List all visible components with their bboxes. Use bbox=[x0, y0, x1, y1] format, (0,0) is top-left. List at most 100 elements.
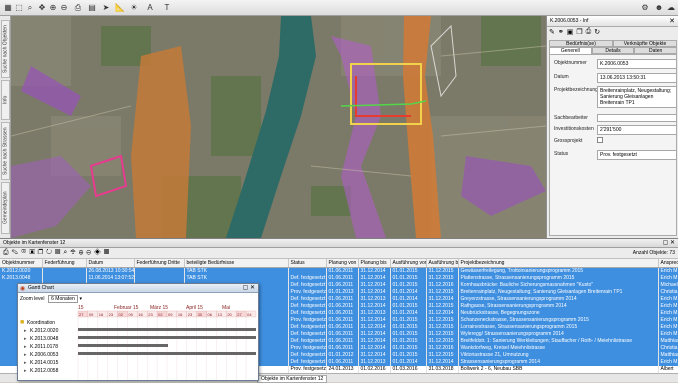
table-cell: Rathgasse, Strassensanierungsprogramm 20… bbox=[458, 302, 659, 310]
table-cell: Def. festgesetzt bbox=[288, 330, 327, 338]
edit-icon[interactable]: ✎ bbox=[549, 28, 555, 38]
zoom-in-icon[interactable]: ⊕ bbox=[48, 3, 58, 13]
table-cell: 31.12.2015 bbox=[426, 337, 459, 345]
field-status[interactable]: Prov. festgesetzt bbox=[597, 150, 677, 160]
table-cell: 31.12.2014 bbox=[358, 330, 391, 338]
tab-objekte-kartenfenster[interactable]: Objekte im Kartenfenster 12 bbox=[257, 375, 328, 383]
table-cell: Strassensanierungsprogramm 2014 bbox=[458, 358, 659, 366]
table-cell: Def. festgesetzt bbox=[288, 281, 327, 289]
field-label-objektnummer: Objektnummer bbox=[554, 60, 587, 66]
gantt-title-bar[interactable]: ◉ Gantt Chart ▢ ✕ bbox=[18, 284, 258, 293]
table-cell: 31.12.2014 bbox=[426, 358, 459, 366]
table-cell: TAB STK bbox=[184, 274, 289, 282]
table-cell: Def. festgesetzt bbox=[288, 358, 327, 366]
column-header[interactable]: Federführung Dritte bbox=[134, 259, 185, 268]
close-icon[interactable]: ✕ bbox=[669, 17, 675, 25]
table-row[interactable]: K.2012.0020 26.08.2013 10:30:54 TAB STK 01.… bbox=[0, 267, 678, 275]
table-cell: 01.06.2011 bbox=[326, 281, 359, 289]
refresh-icon[interactable]: ↻ bbox=[594, 28, 600, 38]
aerial-map[interactable] bbox=[11, 16, 546, 238]
window-controls-icon[interactable]: ▢ ✕ bbox=[663, 239, 675, 246]
objects-panel-title-bar: Objekte im Kartenfenster 12 ▢ ✕ bbox=[0, 239, 678, 248]
sun-icon[interactable]: ☀ bbox=[129, 3, 139, 13]
column-header[interactable]: Ausführung von bbox=[390, 259, 427, 268]
table-cell: Def. festgesetzt bbox=[288, 274, 327, 282]
column-header[interactable]: beteiligte Bedürfnisse bbox=[184, 259, 289, 268]
table-cell: 31.12.2014 bbox=[358, 302, 391, 310]
table-cell: 31.12.2014 bbox=[358, 288, 391, 296]
table-row[interactable]: K.2013.0048 11.06.2014 13:07:52 TAB STK Def… bbox=[0, 274, 678, 282]
table-cell: Breitfeldstr. 1: Sanierung Werkleitungen… bbox=[458, 337, 659, 345]
save-icon[interactable]: ▣ bbox=[567, 28, 574, 38]
print-panel-icon[interactable]: ⎙ bbox=[586, 28, 592, 38]
tab-daten[interactable]: Daten bbox=[634, 47, 678, 54]
gantt-bar bbox=[78, 328, 256, 331]
map-view[interactable] bbox=[11, 16, 546, 238]
table-cell: Erich M bbox=[658, 274, 678, 282]
tab-verknuepfte-objekte[interactable]: Verknüpfte Objekte bbox=[613, 40, 677, 47]
link-icon[interactable]: ⚭ bbox=[558, 28, 564, 38]
text-icon[interactable]: A bbox=[145, 3, 155, 13]
folder-icon: ■ bbox=[20, 319, 24, 326]
tab-info[interactable]: Info bbox=[1, 80, 10, 120]
pan-icon[interactable]: ✥ bbox=[37, 3, 47, 13]
table-cell: 31.12.2015 bbox=[426, 316, 459, 324]
tab-generell[interactable]: Generell bbox=[549, 47, 592, 54]
column-header[interactable]: Planung von bbox=[326, 259, 359, 268]
layers-icon[interactable]: ▤ bbox=[87, 3, 97, 13]
chevron-down-icon[interactable]: ▾ bbox=[79, 296, 82, 302]
table-cell: Erich M bbox=[658, 323, 678, 331]
table-cell: 01.01.2015 bbox=[390, 330, 427, 338]
gantt-day-label: 23 bbox=[148, 312, 153, 317]
column-header[interactable]: Ausführung bis bbox=[426, 259, 459, 268]
field-label-datum: Datum bbox=[554, 74, 569, 80]
pointer-icon[interactable]: ➤ bbox=[101, 3, 111, 13]
copy-icon[interactable]: ❐ bbox=[576, 28, 582, 38]
field-sachbearbeiter[interactable] bbox=[597, 114, 677, 122]
tab-beduerfnisse[interactable]: Bedürfnis(se) bbox=[549, 40, 613, 47]
gantt-window-controls-icon[interactable]: ▢ ✕ bbox=[243, 284, 255, 291]
print-icon[interactable]: ⎙ bbox=[73, 3, 83, 13]
measure-icon[interactable]: 📐 bbox=[115, 3, 125, 13]
objects-tool-icons[interactable]: ⎙✎⚭▣❐↻▤⌕✥⊕⊖◈▦ bbox=[3, 249, 112, 257]
table-cell: 01.06.2011 bbox=[326, 330, 359, 338]
column-header[interactable]: Ansprechpe bbox=[658, 259, 678, 268]
column-header[interactable]: Objektnummer bbox=[0, 259, 43, 268]
table-cell: Prov. festgesetzt bbox=[288, 365, 327, 373]
grossprojekt-checkbox[interactable] bbox=[597, 137, 603, 143]
text-tool-icon[interactable]: T bbox=[162, 3, 172, 13]
cloud-icon[interactable]: ☁ bbox=[666, 3, 676, 13]
tab-suche-objekte[interactable]: Suche nach Objekten bbox=[1, 20, 10, 78]
gantt-month-label: März 15 bbox=[150, 305, 168, 311]
table-cell: 31.12.2015 bbox=[426, 302, 459, 310]
select-icon[interactable]: ⬚ bbox=[14, 3, 24, 13]
column-header[interactable]: Status bbox=[288, 259, 327, 268]
table-cell: Erich M bbox=[658, 267, 678, 275]
search-icon[interactable]: ⌕ bbox=[25, 3, 35, 13]
field-projektbezeichnung[interactable]: Breitenrainplatz, Neugestaltung; Sanieru… bbox=[597, 86, 677, 108]
user-icon[interactable]: ☻ bbox=[654, 3, 664, 13]
table-cell: 31.12.2014 bbox=[358, 323, 391, 331]
field-objektnummer[interactable]: K.2006.0053 bbox=[597, 59, 677, 69]
table-cell: 31.12.2014 bbox=[358, 337, 391, 345]
field-investitionskosten[interactable]: 2'291'500 bbox=[597, 125, 677, 135]
column-header[interactable]: Projektbezeichnung bbox=[458, 259, 659, 268]
expand-icon: ▸ bbox=[24, 368, 27, 374]
main-toolbar: ▦ ⬚ ⌕ ✥ ⊕ ⊖ ⎙ ▤ ➤ 📐 ☀ A T ⚙ ☻ ☁ bbox=[0, 0, 678, 16]
table-cell: 31.12.2014 bbox=[358, 267, 391, 275]
tab-details[interactable]: Details bbox=[591, 47, 635, 54]
settings-icon[interactable]: ⚙ bbox=[640, 3, 650, 13]
zoom-level-select[interactable]: 6 Monaten bbox=[48, 295, 78, 303]
table-cell: Wankdorfweg, Kreisel Meiehnlistrasse bbox=[458, 344, 659, 352]
tab-suche-strassen[interactable]: Suche nach Strassen bbox=[1, 122, 10, 180]
gantt-day-label: 04 bbox=[247, 312, 252, 317]
grid-icon[interactable]: ▦ bbox=[3, 3, 13, 13]
field-datum[interactable]: 13.06.2013 13:50:31 bbox=[597, 73, 677, 83]
tab-gemeindeplan[interactable]: Gemeindeplan bbox=[1, 182, 10, 234]
zoom-out-icon[interactable]: ⊖ bbox=[59, 3, 69, 13]
gantt-day-label: 27 bbox=[237, 312, 242, 317]
column-header[interactable]: Planung bis bbox=[358, 259, 391, 268]
column-header[interactable]: Federführung bbox=[42, 259, 87, 268]
column-header[interactable]: Datum bbox=[86, 259, 135, 268]
gantt-day-label: 09 bbox=[89, 312, 94, 317]
